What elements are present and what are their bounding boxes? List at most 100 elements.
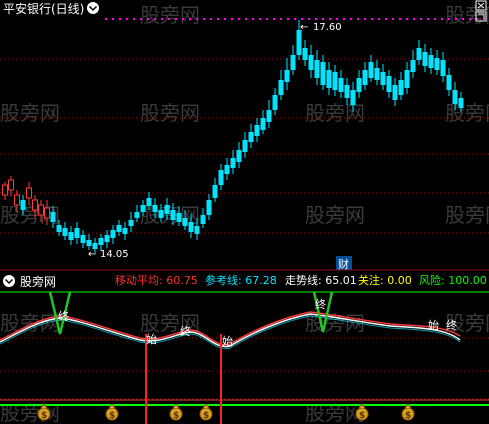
candle-body-down	[68, 232, 74, 240]
money-bag-symbol: $	[203, 411, 209, 421]
candle-body-down	[392, 85, 398, 100]
candle-body-up	[32, 199, 38, 211]
candle-body-down	[386, 76, 392, 92]
candle-body-up	[38, 204, 44, 216]
candle-body-down	[110, 230, 116, 238]
candle-body-down	[266, 110, 272, 122]
candle-body-down	[98, 238, 104, 245]
candle-body-down	[284, 70, 290, 82]
start-label: 始	[146, 332, 157, 346]
signal-labels: 终 始 终 始 终 始 终	[58, 297, 457, 348]
candle-body-down	[314, 60, 320, 78]
end-label: 终	[180, 324, 191, 338]
candle-body-down	[326, 70, 332, 88]
watermark: 股旁网	[140, 3, 200, 27]
candle-body-down	[428, 55, 434, 68]
candle-body-down	[368, 62, 374, 78]
candle-body-down	[302, 48, 308, 60]
candle-body-down	[296, 30, 302, 55]
candle-body-down	[86, 240, 92, 246]
candle-body-down	[134, 212, 140, 218]
candle-body-down	[452, 90, 458, 104]
candlestick-series	[2, 20, 464, 253]
watermark: 股旁网	[0, 101, 60, 125]
indicator-value-label: 风险: 100.00	[419, 273, 487, 287]
indicator-value-label: 走势线: 65.01	[285, 273, 357, 287]
candle-body-down	[308, 55, 314, 70]
candle-body-down	[254, 125, 260, 136]
grid-lines	[0, 58, 489, 400]
candle-body-down	[446, 75, 452, 90]
candle-body-down	[20, 200, 26, 210]
candle-body-down	[350, 90, 356, 105]
candle-body-down	[152, 205, 158, 212]
candle-body-down	[158, 210, 164, 218]
candle-body-down	[182, 218, 188, 226]
candle-body-down	[116, 225, 122, 232]
candle-body-down	[278, 80, 284, 95]
candle-body-down	[338, 78, 344, 92]
candle-body-down	[416, 48, 422, 60]
candle-body-down	[344, 85, 350, 98]
candle-body-down	[74, 228, 80, 238]
candle-body-down	[164, 205, 170, 214]
high-annotation: ← 17.60	[300, 22, 342, 33]
indicator-value-label: 移动平均: 60.75	[115, 274, 198, 287]
candle-body-down	[200, 215, 206, 224]
candle-body-down	[332, 72, 338, 90]
candle-body-down	[248, 132, 254, 142]
candle-body-down	[290, 55, 296, 70]
title-chevron-down-icon[interactable]	[87, 2, 99, 14]
start-label: 始	[222, 334, 233, 348]
candle-body-up	[14, 194, 20, 206]
candle-body-down	[458, 98, 464, 108]
indicator-value-label: 参考线: 67.28	[205, 273, 277, 287]
money-bag-symbol: $	[405, 411, 411, 421]
end-label: 终	[58, 309, 69, 323]
candle-body-down	[170, 210, 176, 220]
low-annotation: ← 14.05	[88, 249, 129, 260]
high-arrow: ←	[300, 22, 308, 33]
start-label: 始	[428, 318, 439, 332]
candle-body-down	[362, 70, 368, 85]
candle-body-down	[62, 228, 68, 236]
money-bag-symbol: $	[41, 411, 47, 421]
indicator-pane	[0, 291, 489, 424]
candle-body-down	[374, 68, 380, 80]
candle-body-down	[440, 60, 446, 76]
money-bag-symbol: $	[109, 411, 115, 421]
watermark: 股旁网	[0, 311, 60, 335]
candle-body-down	[410, 60, 416, 72]
stock-title: 平安银行(日线)	[3, 1, 84, 16]
candle-body-down	[122, 228, 128, 234]
candle-body-down	[176, 213, 182, 222]
candle-body-down	[50, 212, 56, 222]
candle-body-down	[272, 95, 278, 110]
indicator-values: 移动平均: 60.75 参考线: 67.28 走势线: 65.01 关注: 0.00 风…	[115, 273, 487, 287]
candle-body-down	[398, 80, 404, 95]
candle-body-down	[80, 235, 86, 243]
candle-body-down	[140, 205, 146, 212]
watermark: 股旁网	[140, 101, 200, 125]
indicator-chevron-down-icon[interactable]	[3, 275, 15, 287]
money-bag-symbol: $	[173, 411, 179, 421]
watermark: 股旁网	[305, 203, 365, 227]
indicator-name: 股旁网	[20, 274, 56, 289]
watermark: 股旁网	[445, 203, 489, 227]
watermark: 股旁网	[305, 101, 365, 125]
end-label: 终	[315, 297, 326, 311]
candle-body-down	[422, 52, 428, 66]
candle-body-down	[230, 158, 236, 168]
watermark: 股旁网	[445, 101, 489, 125]
candle-body-down	[188, 222, 194, 232]
candle-body-down	[434, 58, 440, 70]
money-bag-symbol: $	[359, 411, 365, 421]
candle-body-down	[224, 165, 230, 174]
candle-body-down	[380, 72, 386, 85]
candle-body-down	[356, 78, 362, 92]
low-arrow: ←	[88, 249, 96, 260]
high-price-label: 17.60	[313, 22, 342, 33]
candle-body-down	[260, 118, 266, 130]
candle-body-up	[8, 179, 14, 191]
indicator-value-label: 关注: 0.00	[358, 273, 412, 287]
